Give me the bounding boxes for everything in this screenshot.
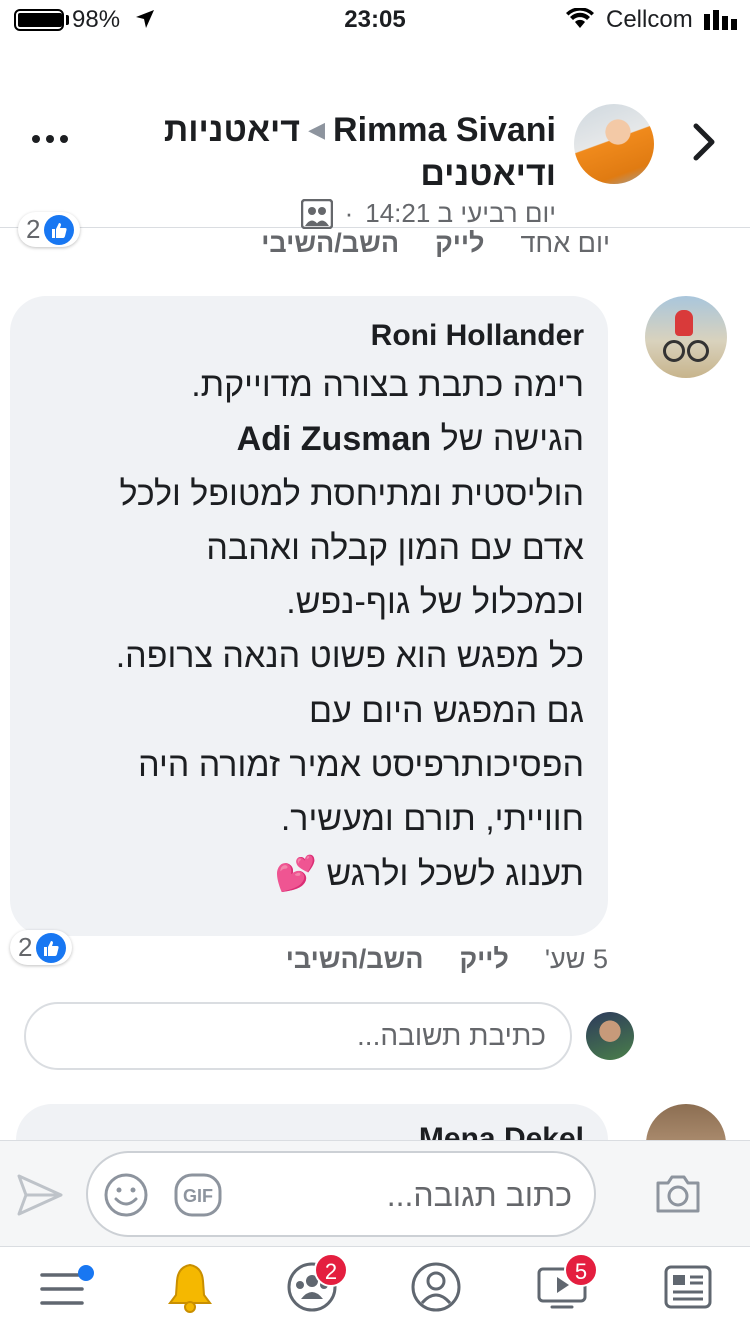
comment-age: 5 שע' [544, 944, 608, 974]
comment-input[interactable]: GIF כתוב תגובה... [86, 1151, 596, 1237]
mention-tag[interactable]: Adi Zusman [237, 420, 432, 458]
signal-icon [704, 10, 737, 30]
status-bar: 98% 23:05 Cellcom [0, 0, 750, 40]
post-timestamp[interactable]: יום רביעי ב 14:21 [365, 198, 556, 229]
gif-icon[interactable]: GIF [174, 1173, 222, 1217]
like-button[interactable]: לייק [435, 228, 484, 259]
bottom-tab-bar: 2 5 [0, 1246, 750, 1334]
tab-notifications[interactable] [164, 1261, 224, 1321]
camera-icon[interactable] [654, 1171, 702, 1215]
reaction-count-badge[interactable]: 2 [10, 930, 73, 965]
comment-placeholder: כתוב תגובה... [386, 1177, 572, 1213]
triangle-separator-icon: ◀ [308, 117, 326, 142]
thumbs-up-icon [36, 932, 67, 963]
comment-author[interactable]: Roni Hollander [34, 314, 584, 358]
news-feed-icon [664, 1265, 712, 1309]
author-avatar[interactable] [574, 104, 654, 184]
post-title[interactable]: Rimma Sivani◀דיאטניות ודיאטנים [96, 108, 556, 196]
comment-actions: 5 שע' לייק השב/השיבי [286, 944, 608, 975]
watch-badge: 5 [564, 1253, 598, 1287]
comment-text: רימה כתבת בצורה מדוייקת. הגישה של Adi Zu… [115, 366, 584, 893]
emoji-icon[interactable] [104, 1173, 148, 1217]
post-meta: יום רביעי ב 14:21 · [300, 198, 556, 229]
more-options-icon[interactable] [32, 135, 68, 143]
post-header: Rimma Sivani◀דיאטניות ודיאטנים יום רביעי… [0, 40, 750, 229]
new-indicator-dot [78, 1265, 94, 1281]
tab-profile[interactable] [410, 1261, 470, 1321]
reply-button[interactable]: השב/השיבי [261, 228, 399, 259]
reaction-count-badge[interactable]: 2 [18, 212, 81, 247]
like-button[interactable]: לייק [459, 944, 508, 975]
reply-button[interactable]: השב/השיבי [286, 944, 424, 975]
tab-menu[interactable] [36, 1261, 96, 1321]
current-user-avatar [586, 1012, 634, 1060]
profile-icon [411, 1262, 461, 1312]
comment-bubble[interactable]: Roni Hollander רימה כתבת בצורה מדוייקת. … [10, 296, 608, 936]
reply-placeholder: כתיבת תשובה... [357, 1020, 546, 1051]
send-icon[interactable] [16, 1173, 64, 1217]
tab-watch[interactable]: 5 [536, 1253, 598, 1321]
tab-news-feed[interactable] [662, 1261, 722, 1321]
tab-groups[interactable]: 2 [286, 1253, 348, 1321]
bell-icon [168, 1263, 212, 1313]
wifi-icon [566, 8, 594, 28]
comment-composer: GIF כתוב תגובה... [0, 1140, 750, 1246]
chevron-right-icon[interactable] [688, 122, 720, 162]
author-name[interactable]: Rimma Sivani [333, 111, 556, 149]
reply-input[interactable]: כתיבת תשובה... [24, 1002, 572, 1070]
thumbs-up-icon [44, 214, 75, 245]
previous-comment-actions: 2 יום אחד לייק השב/השיבי [0, 212, 750, 266]
commenter-avatar[interactable] [645, 296, 727, 378]
comment-age: יום אחד [520, 228, 610, 258]
carrier-name: Cellcom [606, 6, 693, 33]
svg-text:GIF: GIF [183, 1186, 213, 1206]
groups-badge: 2 [314, 1253, 348, 1287]
group-audience-icon [300, 198, 333, 229]
